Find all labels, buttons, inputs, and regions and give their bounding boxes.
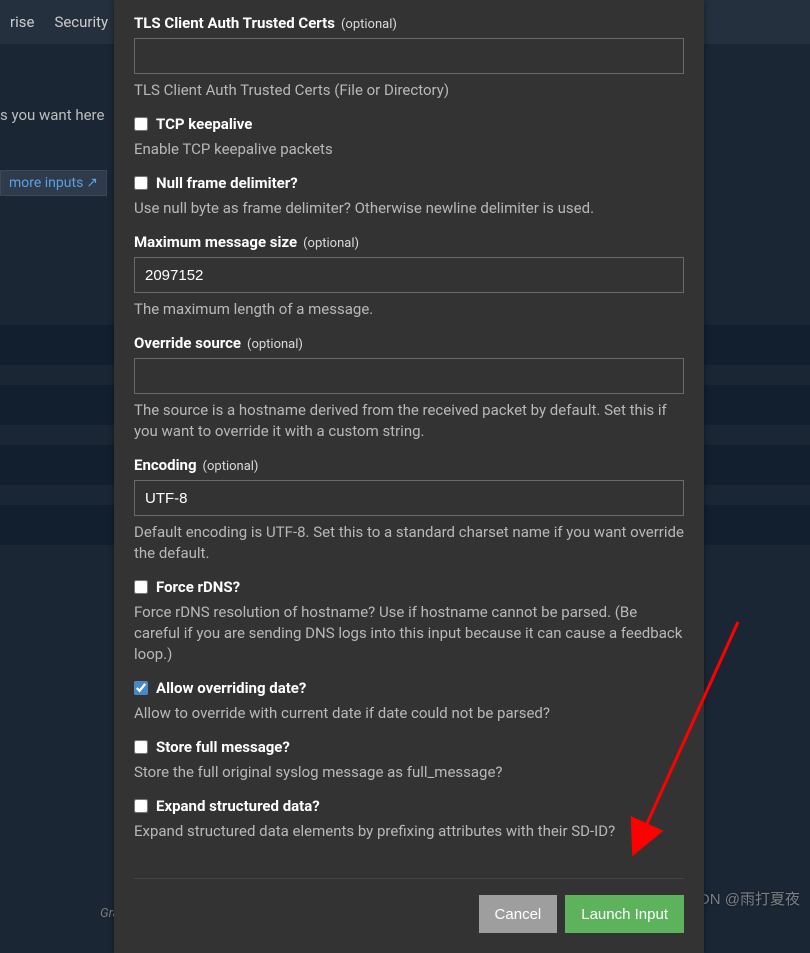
null-frame-help: Use null byte as frame delimiter? Otherw…: [134, 198, 684, 219]
field-tls-certs: TLS Client Auth Trusted Certs (optional)…: [134, 14, 684, 101]
store-full-checkbox[interactable]: [134, 740, 148, 754]
force-rdns-checkbox[interactable]: [134, 580, 148, 594]
override-source-help: The source is a hostname derived from th…: [134, 400, 684, 442]
tls-certs-label: TLS Client Auth Trusted Certs: [134, 14, 335, 32]
store-full-help: Store the full original syslog message a…: [134, 762, 684, 783]
optional-tag: (optional): [303, 236, 359, 251]
nav-item-rise[interactable]: rise: [10, 13, 34, 31]
null-frame-label: Null frame delimiter?: [156, 174, 298, 192]
tls-certs-help: TLS Client Auth Trusted Certs (File or D…: [134, 80, 684, 101]
launch-input-modal: TLS Client Auth Trusted Certs (optional)…: [114, 0, 704, 953]
expand-sd-checkbox[interactable]: [134, 799, 148, 813]
expand-sd-label: Expand structured data?: [156, 797, 320, 815]
max-msg-label: Maximum message size: [134, 233, 297, 251]
allow-date-label: Allow overriding date?: [156, 679, 306, 697]
override-source-input[interactable]: [134, 358, 684, 394]
optional-tag: (optional): [247, 337, 303, 352]
field-encoding: Encoding (optional) Default encoding is …: [134, 456, 684, 564]
external-link-icon: ↗: [86, 175, 98, 191]
allow-date-help: Allow to override with current date if d…: [134, 703, 684, 724]
encoding-input[interactable]: [134, 480, 684, 516]
tcp-keepalive-help: Enable TCP keepalive packets: [134, 139, 684, 160]
field-max-msg: Maximum message size (optional) The maxi…: [134, 233, 684, 320]
nav-item-security[interactable]: Security: [54, 13, 108, 31]
field-override-source: Override source (optional) The source is…: [134, 334, 684, 442]
encoding-label: Encoding: [134, 456, 197, 474]
encoding-help: Default encoding is UTF-8. Set this to a…: [134, 522, 684, 564]
force-rdns-help: Force rDNS resolution of hostname? Use i…: [134, 602, 684, 665]
max-msg-input[interactable]: [134, 257, 684, 293]
allow-date-checkbox[interactable]: [134, 681, 148, 695]
launch-input-button[interactable]: Launch Input: [565, 895, 684, 933]
modal-footer: Cancel Launch Input: [134, 878, 684, 933]
null-frame-checkbox[interactable]: [134, 176, 148, 190]
override-source-label: Override source: [134, 334, 241, 352]
cancel-button[interactable]: Cancel: [479, 895, 558, 933]
more-inputs-link[interactable]: more inputs↗: [0, 170, 107, 196]
optional-tag: (optional): [341, 17, 397, 32]
more-inputs-label: more inputs: [9, 175, 83, 191]
force-rdns-label: Force rDNS?: [156, 578, 240, 596]
max-msg-help: The maximum length of a message.: [134, 299, 684, 320]
expand-sd-help: Expand structured data elements by prefi…: [134, 821, 684, 842]
tls-certs-input[interactable]: [134, 38, 684, 74]
optional-tag: (optional): [203, 459, 259, 474]
store-full-label: Store full message?: [156, 738, 290, 756]
tcp-keepalive-checkbox[interactable]: [134, 117, 148, 131]
tcp-keepalive-label: TCP keepalive: [156, 115, 252, 133]
bg-text-fragment: s you want here: [0, 106, 104, 124]
